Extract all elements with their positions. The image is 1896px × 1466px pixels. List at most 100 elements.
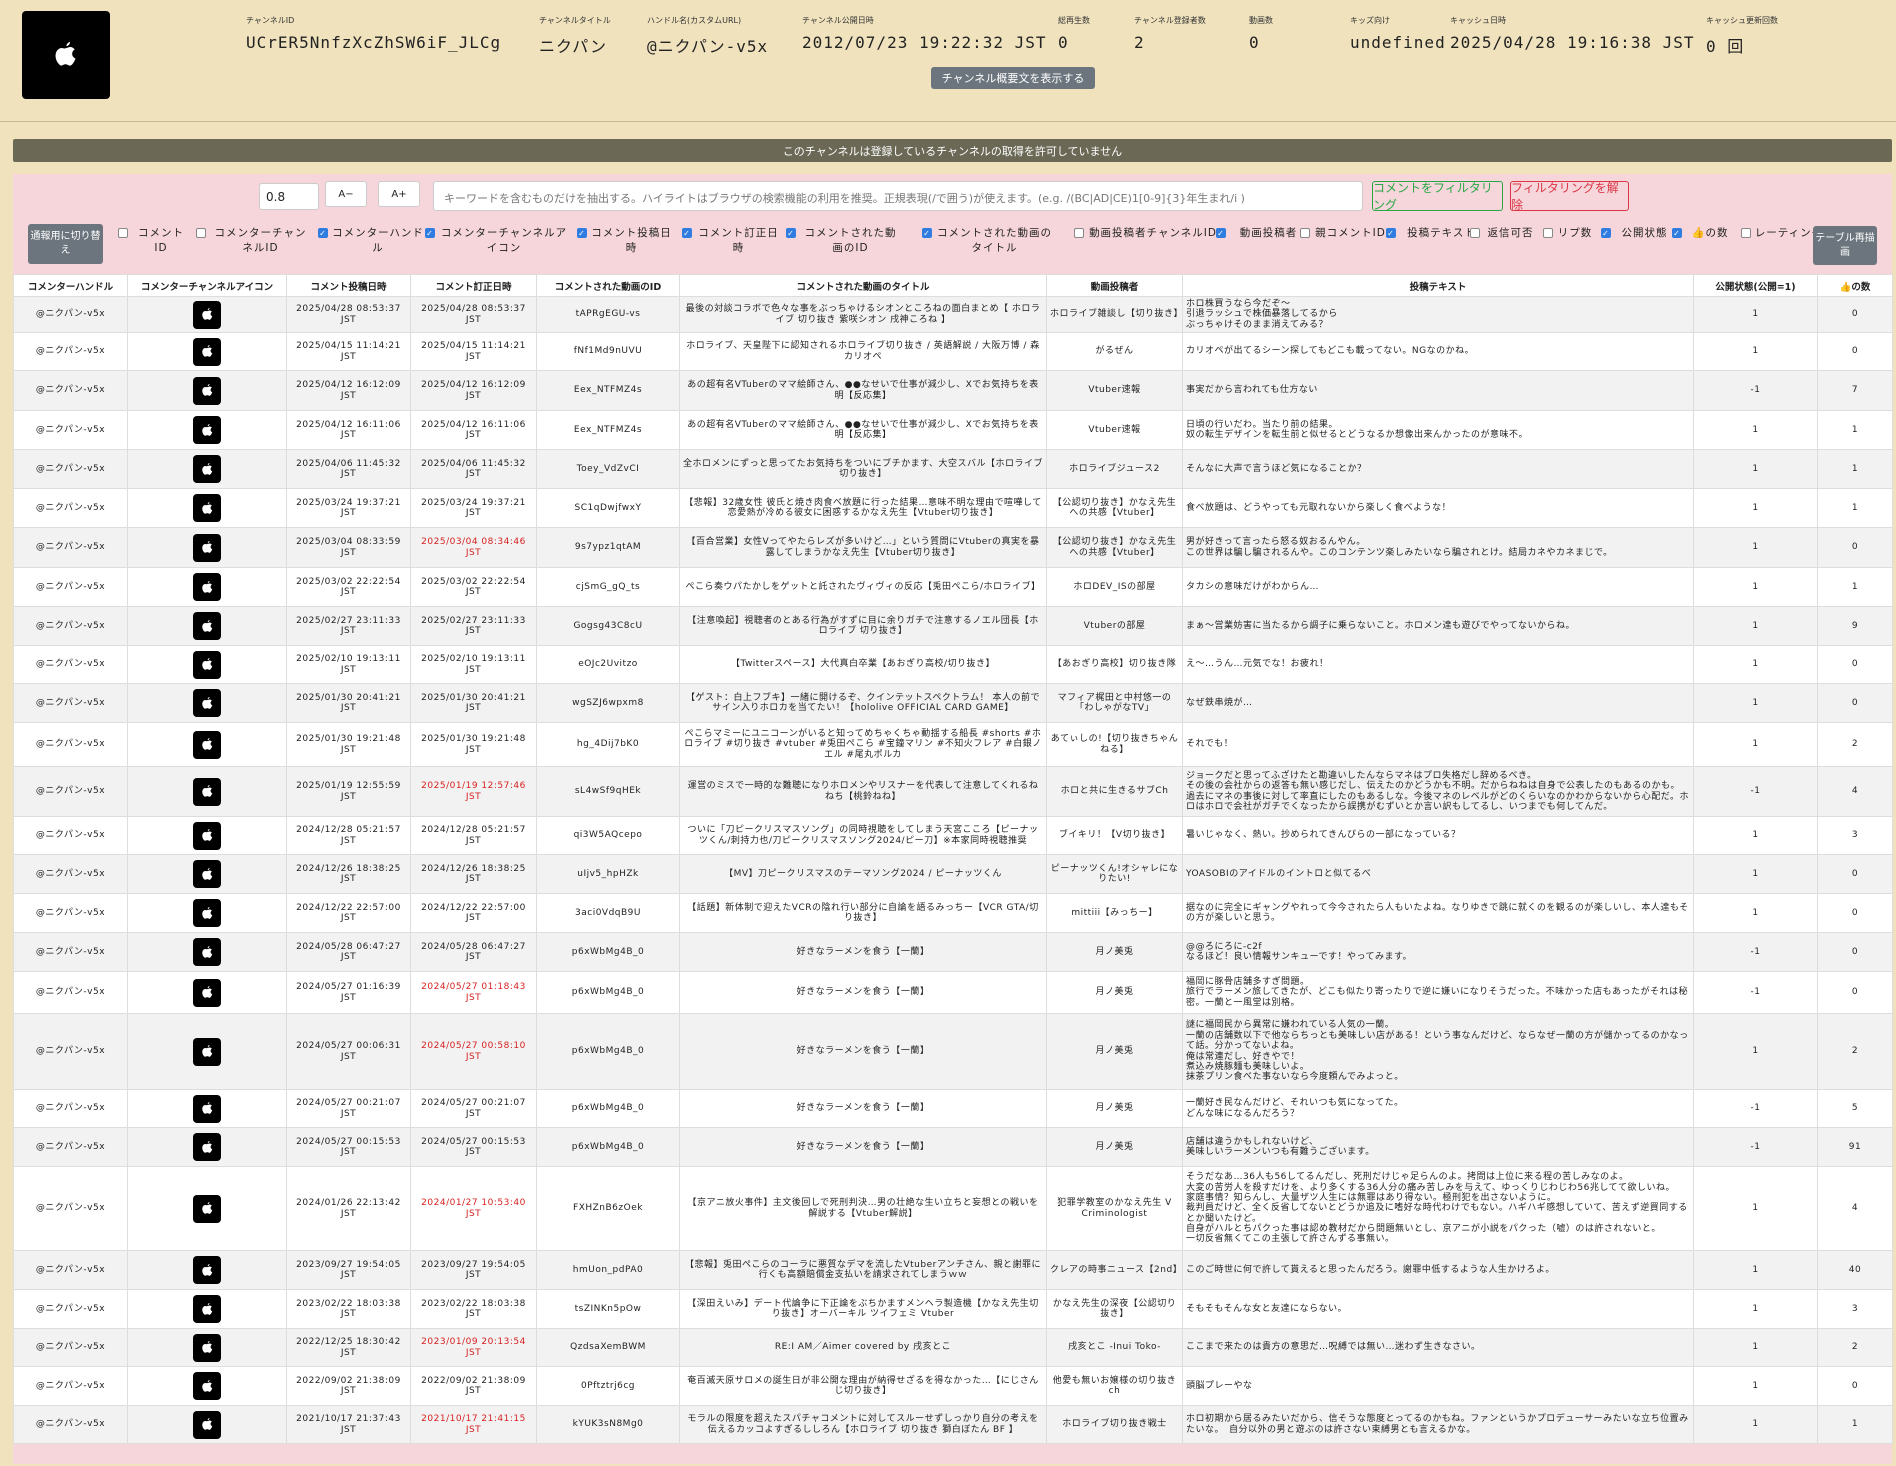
checkbox-checked-icon[interactable]: ✓ <box>1216 228 1226 238</box>
checkbox-checked-icon[interactable]: ✓ <box>577 228 587 238</box>
redraw-table-button[interactable]: テーブル再描画 <box>1813 226 1877 265</box>
column-toggle-checkbox[interactable]: ✓ コメント訂正日時 <box>682 226 782 256</box>
public-state-cell: 1 <box>1693 816 1818 855</box>
checkbox-checked-icon[interactable]: ✓ <box>682 228 692 238</box>
likes-cell: 2 <box>1817 722 1893 767</box>
video-title-cell: 【深田えいみ】デート代論争に下正論をぶちかますメンヘラ製造機【かなえ先生切り抜き… <box>679 1289 1047 1329</box>
uploader-cell: 月ノ美兎 <box>1046 1089 1183 1128</box>
column-toggle-checkbox[interactable]: ✓ 公開状態 <box>1601 226 1675 241</box>
likes-cell: 4 <box>1817 766 1893 817</box>
keyword-filter-input[interactable]: キーワードを含むものだけを抽出する。ハイライトはブラウザの検索機能の利用を推奨。… <box>433 181 1363 211</box>
table-row: @ニクパン-v5x 2024/05/27 00:15:53 JST 2024/05/… <box>13 1127 1893 1167</box>
column-toggle-checkbox[interactable]: 親コメントID <box>1300 226 1388 241</box>
checkbox-checked-icon[interactable]: ✓ <box>1672 228 1682 238</box>
column-header[interactable]: コメントされた動画のタイトル <box>679 274 1047 297</box>
commenter-handle-cell: @ニクパン-v5x <box>13 816 128 855</box>
apple-icon <box>193 573 221 601</box>
video-id-cell: p6xWbMg4B_0 <box>536 971 680 1014</box>
video-id-cell: Eex_NTFMZ4s <box>536 410 680 450</box>
table-row: @ニクパン-v5x 2024/05/27 00:06:31 JST 2024/05/… <box>13 1013 1893 1090</box>
checkbox-checked-icon[interactable]: ✓ <box>1386 228 1396 238</box>
commenter-handle-cell: @ニクパン-v5x <box>13 1089 128 1128</box>
commenter-icon-cell <box>127 971 287 1014</box>
column-toggle-checkbox[interactable]: ✓ コメント投稿日時 <box>577 226 673 256</box>
column-toggle-checkbox[interactable]: リプ数 <box>1543 226 1594 241</box>
column-toggle-checkbox[interactable]: 動画投稿者チャンネルID <box>1074 226 1219 241</box>
meta-subscribers: チャンネル登録者数 2 <box>1134 16 1206 52</box>
commenter-icon-cell <box>127 766 287 817</box>
uploader-cell: クレアの時事ニュース【2nd】 <box>1046 1250 1183 1290</box>
column-toggle-checkbox[interactable]: ✓ コメントされた動画のID <box>786 226 902 256</box>
column-toggle-checkbox[interactable]: 返信可否 <box>1470 226 1538 241</box>
zoom-in-button[interactable]: A+ <box>378 181 420 207</box>
zoom-input[interactable]: 0.8 <box>259 183 319 210</box>
report-mode-button[interactable]: 通報用に切り替え <box>28 224 103 264</box>
uploader-cell: 月ノ美兎 <box>1046 971 1183 1014</box>
comment-text-cell: このご時世に何で許して貰えると思ったんだろう。謝罪中低するような人生かけろよ。 <box>1182 1250 1694 1290</box>
table-row: @ニクパン-v5x 2024/12/22 22:57:00 JST 2024/12/… <box>13 893 1893 933</box>
video-title-cell: 好きなラーメンを食う【一蘭】 <box>679 1127 1047 1167</box>
column-toggle-checkbox[interactable]: レーティング <box>1741 226 1824 241</box>
checkbox-unchecked-icon[interactable] <box>118 228 128 238</box>
column-toggle-label: コメンターハンドル <box>332 227 424 255</box>
checkbox-checked-icon[interactable]: ✓ <box>786 228 796 238</box>
checkbox-checked-icon[interactable]: ✓ <box>318 228 328 238</box>
table-row: @ニクパン-v5x 2022/12/25 18:30:42 JST 2023/01/… <box>13 1328 1893 1367</box>
apply-filter-button[interactable]: コメントをフィルタリング <box>1372 181 1503 212</box>
commenter-icon-cell <box>127 567 287 607</box>
apple-icon <box>193 689 221 717</box>
column-header[interactable]: 動画投稿者 <box>1046 274 1183 297</box>
column-header[interactable]: コメントされた動画のID <box>536 274 680 297</box>
column-toggle-checkbox[interactable]: ✓ 👍の数 <box>1672 226 1735 241</box>
column-toggle-checkbox[interactable]: ✓ 動画投稿者 <box>1216 226 1308 241</box>
likes-cell: 0 <box>1817 683 1893 723</box>
column-header[interactable]: 投稿テキスト <box>1182 274 1694 297</box>
uploader-cell: ホロライブ切り抜き戦士 <box>1046 1405 1183 1444</box>
commenter-icon-cell <box>127 1328 287 1367</box>
column-toggle-checkbox[interactable]: ✓ コメントされた動画のタイトル <box>922 226 1054 256</box>
checkbox-checked-icon[interactable]: ✓ <box>922 228 932 238</box>
column-header[interactable]: 👍の数 <box>1817 274 1893 297</box>
video-title-cell: 最後の対談コラボで色々な事をぶっちゃけるシオンところねの面白まとめ【 ホロライブ… <box>679 296 1047 333</box>
column-toggle-checkbox[interactable]: ✓ コメンターチャンネルアイコン <box>425 226 570 256</box>
checkbox-unchecked-icon[interactable] <box>1741 228 1751 238</box>
commenter-icon-cell <box>127 722 287 767</box>
checkbox-unchecked-icon[interactable] <box>1074 228 1084 238</box>
clear-filter-button[interactable]: フィルタリングを解除 <box>1510 181 1629 212</box>
posted-date-cell: 2025/04/12 16:12:09 JST <box>286 370 411 411</box>
column-header[interactable]: コメント投稿日時 <box>286 274 411 297</box>
posted-date-cell: 2024/12/28 05:21:57 JST <box>286 816 411 855</box>
column-toggle-label: 動画投稿者チャンネルID <box>1089 227 1217 239</box>
column-header[interactable]: 公開状態(公開=1) <box>1693 274 1818 297</box>
apple-icon <box>193 650 221 679</box>
show-description-button[interactable]: チャンネル概要文を表示する <box>931 67 1095 89</box>
column-header[interactable]: コメンターハンドル <box>13 274 128 297</box>
video-title-cell: ついに「刀ピークリスマスソング」の同時視聴をしてしまう天宮こころ【ピーナッツくん… <box>679 816 1047 855</box>
apple-icon <box>193 821 221 850</box>
column-header[interactable]: コメント訂正日時 <box>410 274 537 297</box>
column-toggle-checkbox[interactable]: コメンターチャンネルID <box>196 226 312 256</box>
commenter-icon-cell <box>127 1127 287 1167</box>
apple-icon <box>193 533 221 562</box>
likes-cell: 91 <box>1817 1127 1893 1167</box>
video-id-cell: QzdsaXemBWM <box>536 1328 680 1367</box>
checkbox-unchecked-icon[interactable] <box>1543 228 1553 238</box>
checkbox-unchecked-icon[interactable] <box>1300 228 1310 238</box>
checkbox-unchecked-icon[interactable] <box>1470 228 1480 238</box>
commenter-icon-cell <box>127 932 287 972</box>
video-title-cell: 好きなラーメンを食う【一蘭】 <box>679 1089 1047 1128</box>
edited-date-cell: 2025/04/12 16:12:09 JST <box>410 370 537 411</box>
checkbox-checked-icon[interactable]: ✓ <box>425 228 435 238</box>
edited-date-cell: 2025/03/24 19:37:21 JST <box>410 488 537 528</box>
public-state-cell: 1 <box>1693 1405 1818 1444</box>
zoom-out-button[interactable]: A− <box>325 181 367 207</box>
column-toggle-checkbox[interactable]: ✓ コメンターハンドル <box>318 226 425 256</box>
public-state-cell: -1 <box>1693 971 1818 1014</box>
posted-date-cell: 2024/05/27 00:15:53 JST <box>286 1127 411 1167</box>
commenter-handle-cell: @ニクパン-v5x <box>13 645 128 684</box>
column-toggle-checkbox[interactable]: コメント ID <box>118 226 191 256</box>
checkbox-unchecked-icon[interactable] <box>196 228 206 238</box>
column-header[interactable]: コメンターチャンネルアイコン <box>127 274 287 297</box>
public-state-cell: 1 <box>1693 527 1818 568</box>
checkbox-checked-icon[interactable]: ✓ <box>1601 228 1611 238</box>
